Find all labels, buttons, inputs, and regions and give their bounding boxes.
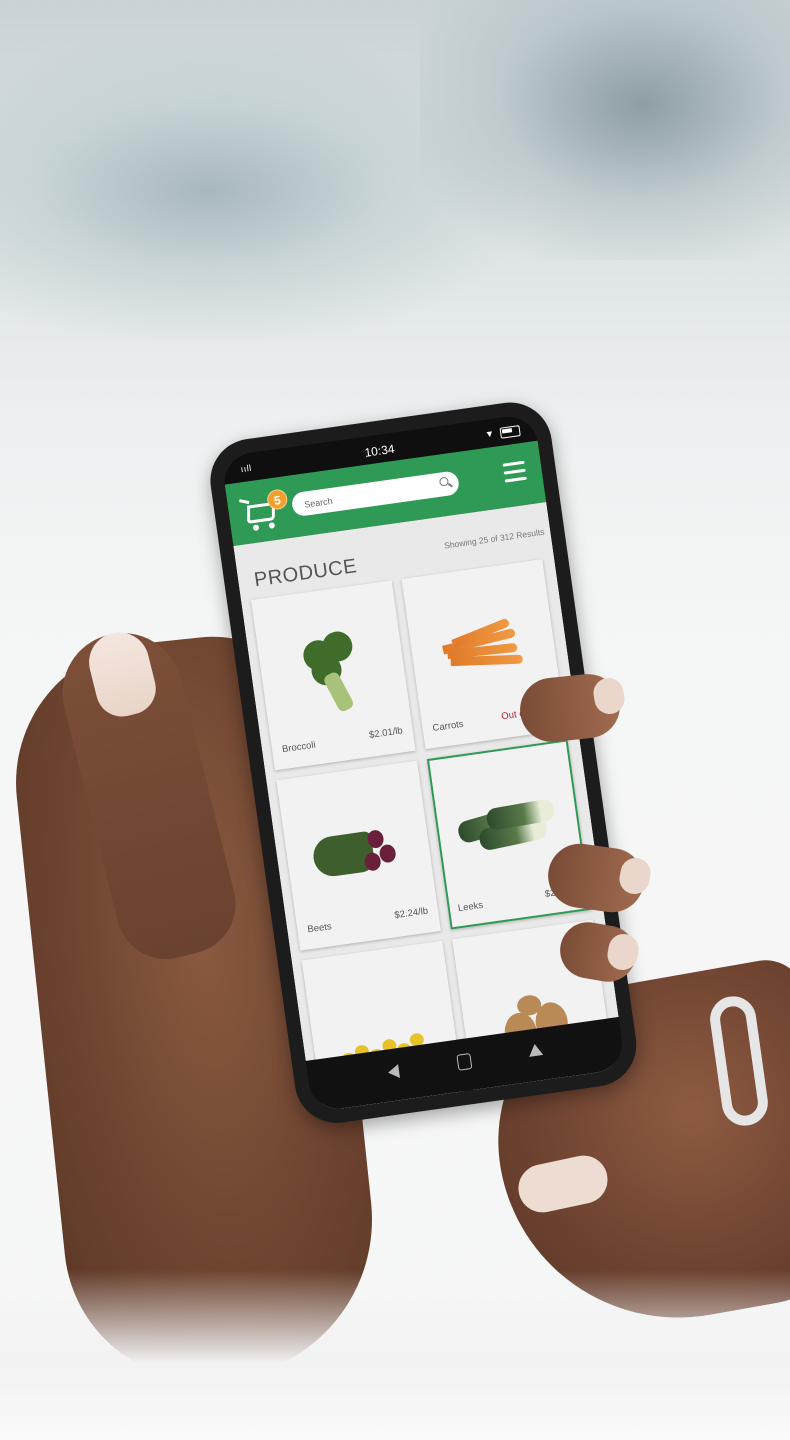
search-icon[interactable] <box>438 476 450 487</box>
product-name: Leeks <box>457 899 484 915</box>
product-name: Beets <box>306 921 333 936</box>
carrots-image <box>440 617 526 682</box>
white-sleeve <box>0 1270 790 1440</box>
product-card-beets[interactable]: Beets $2.24/lb <box>276 760 441 951</box>
broccoli-image <box>293 628 373 717</box>
menu-line <box>504 476 527 483</box>
cart-wheel <box>252 524 260 532</box>
product-name: Carrots <box>431 718 465 735</box>
beets-image <box>309 816 406 888</box>
cart-icon <box>239 499 250 505</box>
background-blur-right <box>420 0 790 260</box>
hamburger-menu-icon[interactable] <box>502 460 527 483</box>
carrot <box>450 654 523 666</box>
menu-line <box>502 460 525 467</box>
beet <box>378 843 397 864</box>
product-price: $2.24/lb <box>393 905 429 922</box>
product-name: Broccoli <box>281 739 317 756</box>
nav-home-icon[interactable] <box>456 1053 473 1071</box>
nav-recent-icon[interactable] <box>527 1042 544 1057</box>
leeks-image <box>455 794 562 867</box>
search-bar[interactable] <box>290 470 461 518</box>
cart-button[interactable]: 5 <box>239 488 289 534</box>
product-card-broccoli[interactable]: Broccoli $2.01/lb <box>251 580 416 771</box>
search-input[interactable] <box>301 477 437 514</box>
broccoli-stem <box>322 670 356 713</box>
results-count: Showing 25 of 312 Results <box>443 526 546 551</box>
nav-back-icon[interactable] <box>387 1064 400 1080</box>
product-price: $2.01/lb <box>368 725 404 741</box>
menu-line <box>503 468 526 475</box>
cart-wheel <box>268 522 276 529</box>
